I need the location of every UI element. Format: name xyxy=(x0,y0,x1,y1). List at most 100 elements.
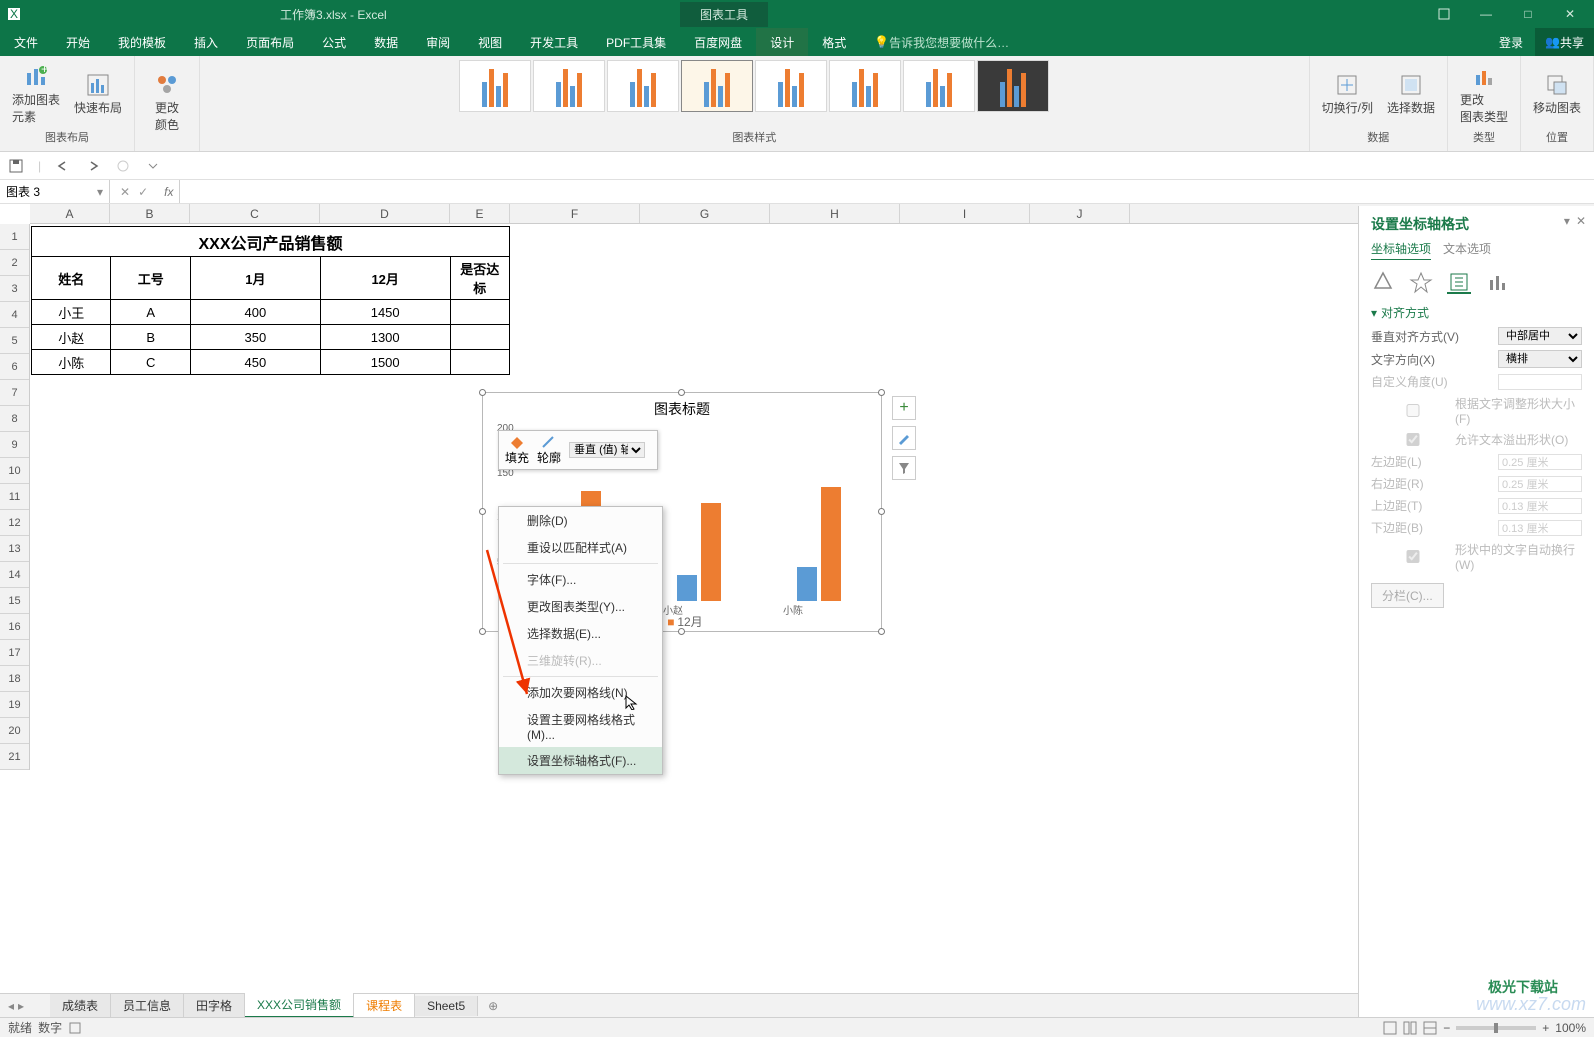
zoom-in[interactable]: + xyxy=(1542,1021,1549,1035)
tab-nav-first-icon[interactable]: ◂ xyxy=(8,999,14,1013)
row-header[interactable]: 11 xyxy=(0,484,29,510)
tab-review[interactable]: 审阅 xyxy=(412,28,464,56)
row-header[interactable]: 15 xyxy=(0,588,29,614)
tab-templates[interactable]: 我的模板 xyxy=(104,28,180,56)
row-header[interactable]: 7 xyxy=(0,380,29,406)
switch-row-col-button[interactable]: 切换行/列 xyxy=(1318,71,1377,118)
chart-plus-button[interactable]: + xyxy=(892,396,916,420)
row-header[interactable]: 21 xyxy=(0,744,29,770)
row-header[interactable]: 12 xyxy=(0,510,29,536)
panel-close-icon[interactable]: ✕ xyxy=(1576,214,1586,228)
chart-brush-button[interactable] xyxy=(892,426,916,450)
minimize-button[interactable]: — xyxy=(1466,2,1506,26)
quick-layout-button[interactable]: 快速布局 xyxy=(70,71,126,118)
chart-filter-button[interactable] xyxy=(892,456,916,480)
effects-icon[interactable] xyxy=(1409,270,1433,294)
style-tile-selected[interactable] xyxy=(681,60,753,112)
axis-select[interactable]: 垂直 (值) 轴 xyxy=(569,442,645,458)
row-header[interactable]: 19 xyxy=(0,692,29,718)
style-tile[interactable] xyxy=(977,60,1049,112)
style-tile[interactable] xyxy=(533,60,605,112)
tab-developer[interactable]: 开发工具 xyxy=(516,28,592,56)
ctx-major-gridlines[interactable]: 设置主要网格线格式(M)... xyxy=(499,706,662,747)
cancel-formula-icon[interactable]: ✕ xyxy=(120,185,130,199)
ribbon-options-icon[interactable] xyxy=(1424,2,1464,26)
zoom-slider[interactable] xyxy=(1456,1026,1536,1030)
row-header[interactable]: 9 xyxy=(0,432,29,458)
col-header[interactable]: I xyxy=(900,204,1030,223)
style-tile[interactable] xyxy=(755,60,827,112)
sheet-tab-active[interactable]: XXX公司销售额 xyxy=(245,993,354,1018)
text-direction-select[interactable]: 横排 xyxy=(1498,350,1582,368)
col-header[interactable]: F xyxy=(510,204,640,223)
sheet-tab[interactable]: 课程表 xyxy=(354,994,415,1017)
close-button[interactable]: ✕ xyxy=(1550,2,1590,26)
style-tile[interactable] xyxy=(607,60,679,112)
row-header[interactable]: 3 xyxy=(0,276,29,302)
macro-record-icon[interactable] xyxy=(68,1021,82,1035)
ctx-reset-style[interactable]: 重设以匹配样式(A) xyxy=(499,534,662,561)
chart-styles-gallery[interactable] xyxy=(459,60,1049,112)
fill-line-icon[interactable] xyxy=(1371,270,1395,294)
col-header[interactable]: G xyxy=(640,204,770,223)
ctx-change-type[interactable]: 更改图表类型(Y)... xyxy=(499,593,662,620)
ctx-select-data[interactable]: 选择数据(E)... xyxy=(499,620,662,647)
touch-icon[interactable] xyxy=(115,158,131,174)
size-props-icon[interactable] xyxy=(1447,270,1471,294)
ctx-delete[interactable]: 删除(D) xyxy=(499,507,662,534)
tab-file[interactable]: 文件 xyxy=(0,28,52,56)
row-header[interactable]: 2 xyxy=(0,250,29,276)
panel-dropdown-icon[interactable]: ▾ xyxy=(1564,214,1570,228)
text-options-link[interactable]: 文本选项 xyxy=(1443,240,1491,260)
ctx-font[interactable]: 字体(F)... xyxy=(499,566,662,593)
col-header[interactable]: D xyxy=(320,204,450,223)
row-header[interactable]: 13 xyxy=(0,536,29,562)
row-header[interactable]: 18 xyxy=(0,666,29,692)
tell-me[interactable]: 💡 告诉我您想要做什么… xyxy=(860,28,1023,56)
ctx-minor-gridlines[interactable]: 添加次要网格线(N) xyxy=(499,679,662,706)
formula-input[interactable] xyxy=(179,180,1594,203)
style-tile[interactable] xyxy=(903,60,975,112)
style-tile[interactable] xyxy=(459,60,531,112)
row-header[interactable]: 16 xyxy=(0,614,29,640)
add-sheet-button[interactable]: ⊕ xyxy=(478,999,508,1013)
qat-customize-icon[interactable] xyxy=(145,158,161,174)
tab-baidu[interactable]: 百度网盘 xyxy=(680,28,756,56)
select-data-button[interactable]: 选择数据 xyxy=(1383,71,1439,118)
col-header[interactable]: E xyxy=(450,204,510,223)
outline-button[interactable]: 轮廓 xyxy=(537,435,561,466)
login-button[interactable]: 登录 xyxy=(1487,28,1535,56)
valign-select[interactable]: 中部居中 xyxy=(1498,327,1582,345)
axis-options-link[interactable]: 坐标轴选项 xyxy=(1371,240,1431,260)
row-header[interactable]: 20 xyxy=(0,718,29,744)
col-header[interactable]: A xyxy=(30,204,110,223)
tab-data[interactable]: 数据 xyxy=(360,28,412,56)
row-header[interactable]: 10 xyxy=(0,458,29,484)
row-header[interactable]: 1 xyxy=(0,224,29,250)
tab-view[interactable]: 视图 xyxy=(464,28,516,56)
view-page-icon[interactable] xyxy=(1403,1021,1417,1035)
col-header[interactable]: J xyxy=(1030,204,1130,223)
tab-insert[interactable]: 插入 xyxy=(180,28,232,56)
add-chart-element-button[interactable]: +添加图表 元素 xyxy=(8,63,64,127)
row-header[interactable]: 4 xyxy=(0,302,29,328)
zoom-out[interactable]: − xyxy=(1443,1021,1450,1035)
tab-layout[interactable]: 页面布局 xyxy=(232,28,308,56)
tab-pdf[interactable]: PDF工具集 xyxy=(592,28,680,56)
row-header[interactable]: 5 xyxy=(0,328,29,354)
tab-home[interactable]: 开始 xyxy=(52,28,104,56)
change-colors-button[interactable]: 更改 颜色 xyxy=(143,71,191,135)
row-header[interactable]: 6 xyxy=(0,354,29,380)
move-chart-button[interactable]: 移动图表 xyxy=(1529,71,1585,118)
chart-title[interactable]: 图表标题 xyxy=(483,393,881,425)
sheet-tab[interactable]: 田字格 xyxy=(184,994,245,1017)
view-break-icon[interactable] xyxy=(1423,1021,1437,1035)
change-chart-type-button[interactable]: 更改 图表类型 xyxy=(1456,63,1512,127)
tab-nav-last-icon[interactable]: ▸ xyxy=(18,999,24,1013)
undo-icon[interactable] xyxy=(55,158,71,174)
chevron-down-icon[interactable]: ▾ xyxy=(97,185,103,199)
sheet-tab[interactable]: 成绩表 xyxy=(50,994,111,1017)
row-header[interactable]: 17 xyxy=(0,640,29,666)
col-header[interactable]: B xyxy=(110,204,190,223)
fill-button[interactable]: 填充 xyxy=(505,435,529,466)
